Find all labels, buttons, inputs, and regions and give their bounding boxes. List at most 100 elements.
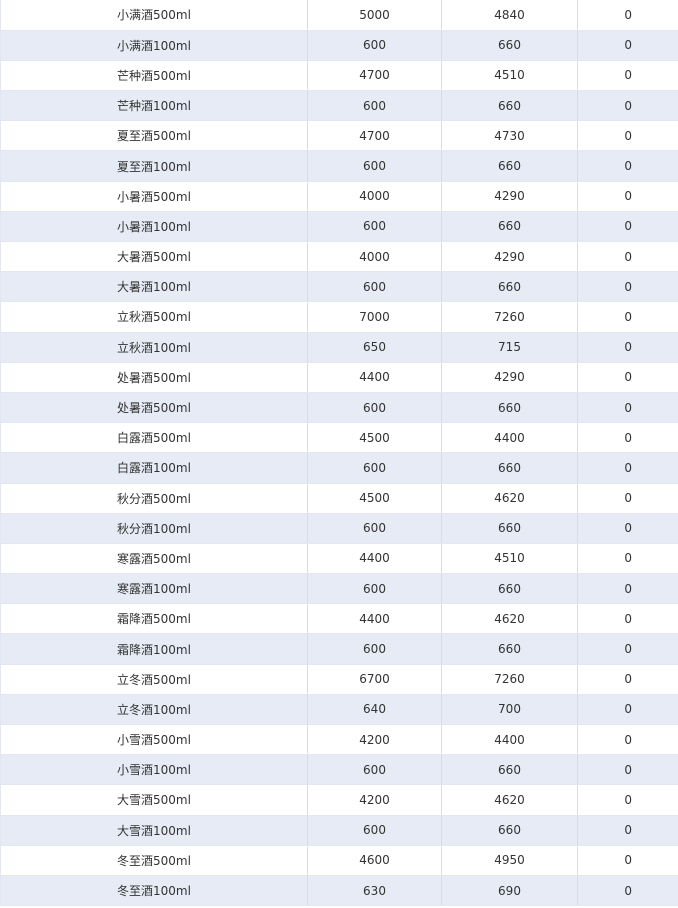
table-row: 白露酒500ml 4500 4400 0 (0, 422, 678, 454)
value-c-cell: 0 (577, 573, 678, 605)
product-name-cell: 大雪酒500ml (0, 784, 308, 816)
table-row: 芒种酒100ml 600 660 0 (0, 90, 678, 122)
value-c-cell: 0 (577, 332, 678, 363)
value-b-cell: 4620 (441, 483, 578, 514)
product-name-cell: 小满酒500ml (0, 0, 308, 31)
value-b-cell: 4290 (441, 362, 578, 393)
product-name-cell: 霜降酒100ml (0, 633, 308, 665)
table-body: 小满酒500ml 5000 4840 0 小满酒100ml 600 660 0 芒种酒500ml… (0, 0, 678, 907)
product-name-cell: 处暑酒500ml (0, 362, 308, 393)
value-b-cell: 4620 (441, 784, 578, 816)
table-row: 大雪酒500ml 4200 4620 0 (0, 784, 678, 816)
table-row: 处暑酒500ml 600 660 0 (0, 392, 678, 424)
product-name-cell: 寒露酒100ml (0, 573, 308, 605)
value-c-cell: 0 (577, 90, 678, 122)
value-b-cell: 7260 (441, 664, 578, 695)
product-name-cell: 小暑酒100ml (0, 211, 308, 243)
value-b-cell: 660 (441, 573, 578, 605)
value-c-cell: 0 (577, 784, 678, 816)
product-name-cell: 夏至酒500ml (0, 120, 308, 152)
table-row: 小雪酒100ml 600 660 0 (0, 754, 678, 786)
table-row: 立秋酒100ml 650 715 0 (0, 332, 678, 363)
value-a-cell: 4000 (307, 241, 442, 273)
value-c-cell: 0 (577, 392, 678, 424)
table-row: 冬至酒500ml 4600 4950 0 (0, 845, 678, 876)
product-name-cell: 小雪酒500ml (0, 724, 308, 756)
value-c-cell: 0 (577, 452, 678, 484)
table-row: 立秋酒500ml 7000 7260 0 (0, 301, 678, 333)
value-b-cell: 660 (441, 211, 578, 243)
value-c-cell: 0 (577, 301, 678, 333)
value-b-cell: 7260 (441, 301, 578, 333)
value-b-cell: 700 (441, 694, 578, 726)
value-b-cell: 660 (441, 815, 578, 846)
table-row: 小满酒500ml 5000 4840 0 (0, 0, 678, 31)
value-b-cell: 660 (441, 633, 578, 665)
value-a-cell: 6700 (307, 664, 442, 695)
value-c-cell: 0 (577, 150, 678, 182)
value-c-cell: 0 (577, 815, 678, 846)
value-a-cell: 4600 (307, 845, 442, 876)
value-a-cell: 600 (307, 30, 442, 61)
product-name-cell: 夏至酒100ml (0, 150, 308, 182)
value-b-cell: 4290 (441, 241, 578, 273)
value-a-cell: 630 (307, 875, 442, 907)
table-row: 大暑酒500ml 4000 4290 0 (0, 241, 678, 273)
value-a-cell: 640 (307, 694, 442, 726)
value-b-cell: 660 (441, 30, 578, 61)
table-row: 小暑酒500ml 4000 4290 0 (0, 181, 678, 212)
value-c-cell: 0 (577, 543, 678, 575)
value-a-cell: 4400 (307, 543, 442, 575)
product-name-cell: 秋分酒500ml (0, 483, 308, 514)
value-a-cell: 4200 (307, 784, 442, 816)
value-a-cell: 600 (307, 815, 442, 846)
value-a-cell: 4400 (307, 603, 442, 635)
table-row: 秋分酒100ml 600 660 0 (0, 513, 678, 544)
value-a-cell: 600 (307, 392, 442, 424)
product-name-cell: 霜降酒500ml (0, 603, 308, 635)
table-row: 立冬酒500ml 6700 7260 0 (0, 664, 678, 695)
value-b-cell: 660 (441, 392, 578, 424)
value-c-cell: 0 (577, 875, 678, 907)
table-row: 霜降酒100ml 600 660 0 (0, 633, 678, 665)
value-b-cell: 4950 (441, 845, 578, 876)
value-b-cell: 660 (441, 271, 578, 303)
value-c-cell: 0 (577, 120, 678, 152)
product-name-cell: 冬至酒500ml (0, 845, 308, 876)
value-a-cell: 5000 (307, 0, 442, 31)
table-row: 小暑酒100ml 600 660 0 (0, 211, 678, 243)
price-table: 小满酒500ml 5000 4840 0 小满酒100ml 600 660 0 芒种酒500ml… (0, 0, 678, 907)
value-a-cell: 600 (307, 573, 442, 605)
value-b-cell: 690 (441, 875, 578, 907)
value-a-cell: 4200 (307, 724, 442, 756)
value-c-cell: 0 (577, 633, 678, 665)
product-name-cell: 小暑酒500ml (0, 181, 308, 212)
value-a-cell: 7000 (307, 301, 442, 333)
value-b-cell: 4510 (441, 60, 578, 92)
value-b-cell: 660 (441, 90, 578, 122)
product-name-cell: 立冬酒100ml (0, 694, 308, 726)
value-b-cell: 660 (441, 513, 578, 544)
product-name-cell: 冬至酒100ml (0, 875, 308, 907)
product-name-cell: 白露酒500ml (0, 422, 308, 454)
value-a-cell: 600 (307, 150, 442, 182)
table-row: 小雪酒500ml 4200 4400 0 (0, 724, 678, 756)
product-name-cell: 大雪酒100ml (0, 815, 308, 846)
value-c-cell: 0 (577, 181, 678, 212)
product-name-cell: 大暑酒100ml (0, 271, 308, 303)
value-b-cell: 660 (441, 150, 578, 182)
value-a-cell: 4500 (307, 422, 442, 454)
value-b-cell: 660 (441, 452, 578, 484)
value-a-cell: 4500 (307, 483, 442, 514)
value-b-cell: 4510 (441, 543, 578, 575)
value-b-cell: 4290 (441, 181, 578, 212)
product-name-cell: 芒种酒500ml (0, 60, 308, 92)
product-name-cell: 芒种酒100ml (0, 90, 308, 122)
value-c-cell: 0 (577, 271, 678, 303)
value-b-cell: 4400 (441, 724, 578, 756)
value-a-cell: 600 (307, 271, 442, 303)
table-row: 大雪酒100ml 600 660 0 (0, 815, 678, 846)
value-b-cell: 4620 (441, 603, 578, 635)
value-c-cell: 0 (577, 211, 678, 243)
value-c-cell: 0 (577, 30, 678, 61)
